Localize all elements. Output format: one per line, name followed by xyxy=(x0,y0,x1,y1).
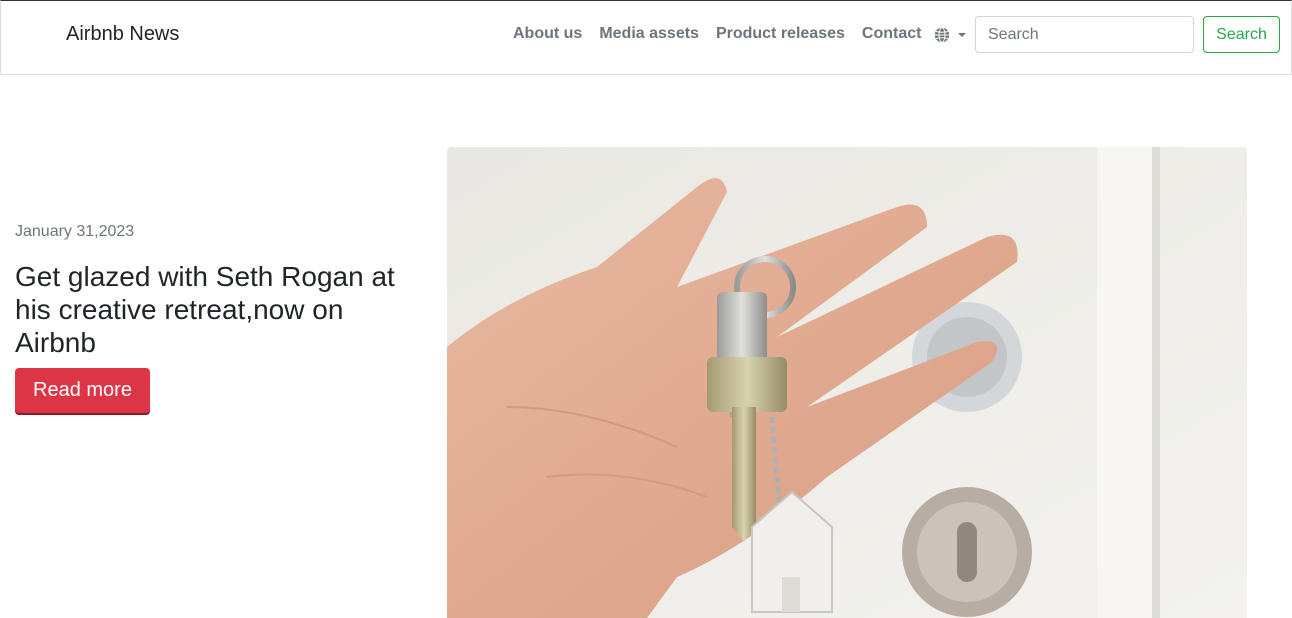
nav-link-media-assets[interactable]: Media assets xyxy=(599,25,699,43)
primary-nav: About us Media assets Product releases C… xyxy=(513,25,938,43)
article-title: Get glazed with Seth Rogan at his creati… xyxy=(15,261,395,358)
nav-link-product-releases[interactable]: Product releases xyxy=(716,25,845,43)
nav-link-contact[interactable]: Contact xyxy=(862,25,922,43)
nav-link-about-us[interactable]: About us xyxy=(513,25,582,43)
article-date: January 31,2023 xyxy=(15,223,135,240)
top-navbar: Airbnb News About us Media assets Produc… xyxy=(0,0,1292,75)
globe-icon xyxy=(934,27,950,43)
hand-holding-keys-image xyxy=(447,147,1247,618)
read-more-button[interactable]: Read more xyxy=(15,368,150,413)
hero-photo xyxy=(447,147,1247,618)
brand-logo-link[interactable]: Airbnb News xyxy=(66,23,179,46)
search-input[interactable] xyxy=(975,16,1194,53)
language-dropdown[interactable] xyxy=(934,26,968,44)
search-button[interactable]: Search xyxy=(1203,16,1280,53)
chevron-down-icon xyxy=(958,33,966,37)
